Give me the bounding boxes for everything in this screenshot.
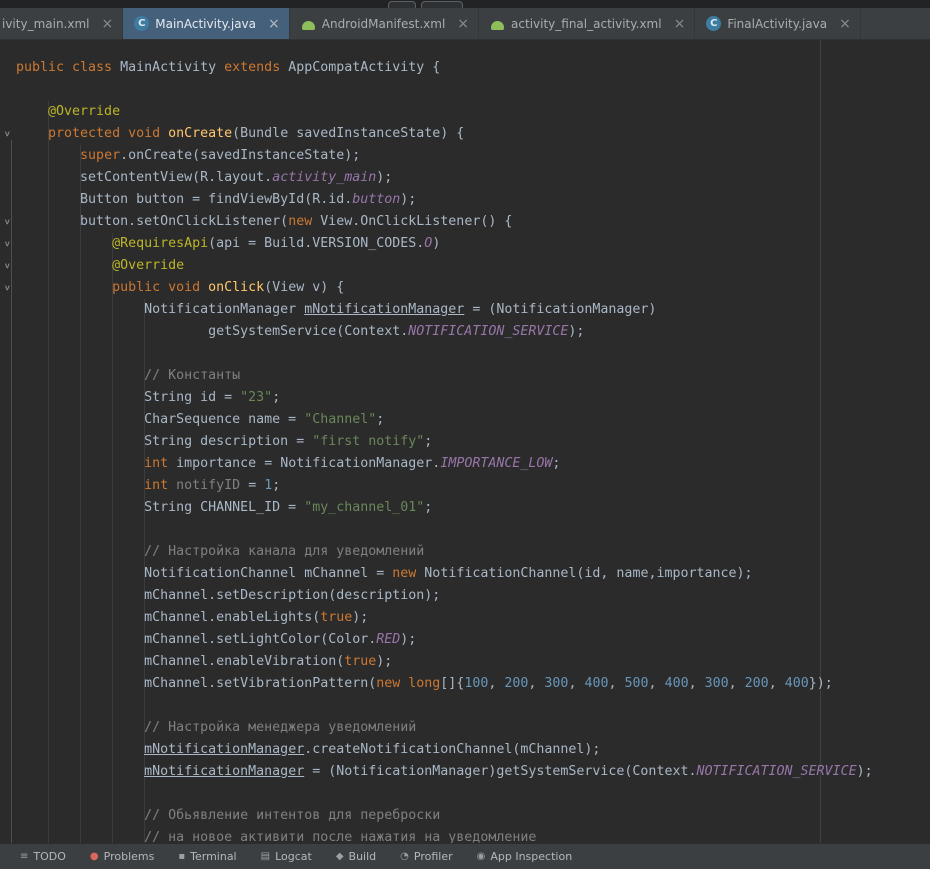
statusbar-item-terminal[interactable]: ▪ Terminal xyxy=(178,850,236,863)
close-icon[interactable]: × xyxy=(674,17,686,31)
android-icon xyxy=(490,16,505,31)
tab-bar: ivity_main.xml×CMainActivity.java×Androi… xyxy=(0,8,930,40)
code-line: mNotificationManager.createNotificationC… xyxy=(16,739,873,761)
code-line xyxy=(16,783,873,805)
code-line: getSystemService(Context.NOTIFICATION_SE… xyxy=(16,321,873,343)
code-line: mChannel.setLightColor(Color.RED); xyxy=(16,629,873,651)
todo-icon: ≡ xyxy=(20,852,28,862)
editor-tab[interactable]: ivity_main.xml × xyxy=(0,8,123,39)
fold-marker[interactable]: > xyxy=(1,237,12,251)
code-line: @RequiresApi(api = Build.VERSION_CODES.O… xyxy=(16,233,873,255)
java-class-icon: C xyxy=(134,16,149,31)
statusbar-item-label: Logcat xyxy=(275,850,312,863)
code-line: button.setOnClickListener(new View.OnCli… xyxy=(16,211,873,233)
code-line: @Override xyxy=(16,255,873,277)
statusbar-item-problems[interactable]: ● Problems xyxy=(90,850,154,863)
statusbar-item-label: Terminal xyxy=(190,850,237,863)
code-line: public void onClick(View v) { xyxy=(16,277,873,299)
code-line: mNotificationManager = (NotificationMana… xyxy=(16,761,873,783)
terminal-icon: ▪ xyxy=(178,852,185,862)
code-line: // Настройка менеджера уведомлений xyxy=(16,717,873,739)
statusbar-item-label: TODO xyxy=(33,850,66,863)
close-icon[interactable]: × xyxy=(102,17,114,31)
code-line: NotificationChannel mChannel = new Notif… xyxy=(16,563,873,585)
toolbar-widget[interactable] xyxy=(421,1,463,8)
close-icon[interactable]: × xyxy=(839,17,851,31)
editor-tab[interactable]: AndroidManifest.xml × xyxy=(290,8,479,39)
statusbar-item-label: Problems xyxy=(104,850,155,863)
fold-marker[interactable]: > xyxy=(1,215,12,229)
toolbar-widget[interactable] xyxy=(388,1,416,8)
code-line: public class MainActivity extends AppCom… xyxy=(16,57,873,79)
fold-marker[interactable]: > xyxy=(1,127,12,141)
code-line xyxy=(16,79,873,101)
code-line: String id = "23"; xyxy=(16,387,873,409)
statusbar-item-build[interactable]: ◆ Build xyxy=(336,850,376,863)
android-icon xyxy=(301,16,316,31)
close-icon[interactable]: × xyxy=(268,17,280,31)
tab-label: activity_final_activity.xml xyxy=(511,17,662,31)
top-toolbar-strip xyxy=(0,0,930,8)
statusbar-item-label: Profiler xyxy=(414,850,453,863)
code-line: protected void onCreate(Bundle savedInst… xyxy=(16,123,873,145)
code-line: setContentView(R.layout.activity_main); xyxy=(16,167,873,189)
tool-window-bar: ≡ TODO ● Problems ▪ Terminal ▤ Logcat ◆ Build ◔ Pro… xyxy=(0,843,930,869)
fold-marker[interactable]: > xyxy=(1,281,12,295)
code-line: Button button = findViewById(R.id.button… xyxy=(16,189,873,211)
code-line: mChannel.setVibrationPattern(new long[]{… xyxy=(16,673,873,695)
code-line: @Override xyxy=(16,101,873,123)
build-icon: ◆ xyxy=(336,852,344,862)
statusbar-item-logcat[interactable]: ▤ Logcat xyxy=(261,850,312,863)
editor[interactable]: public class MainActivity extends AppCom… xyxy=(0,40,930,843)
code-line: // Обьявление интентов для переброски xyxy=(16,805,873,827)
problems-icon: ● xyxy=(90,852,99,862)
code-line: // Константы xyxy=(16,365,873,387)
code-line xyxy=(16,695,873,717)
code-line: int importance = NotificationManager.IMP… xyxy=(16,453,873,475)
code-line: CharSequence name = "Channel"; xyxy=(16,409,873,431)
fold-marker[interactable]: > xyxy=(1,259,12,273)
code-line: // на новое активити после нажатия на ув… xyxy=(16,827,873,843)
java-class-icon: C xyxy=(706,16,721,31)
close-icon[interactable]: × xyxy=(457,17,469,31)
code-line: mChannel.enableVibration(true); xyxy=(16,651,873,673)
tab-label: AndroidManifest.xml xyxy=(322,17,446,31)
tab-label: MainActivity.java xyxy=(155,17,256,31)
app-inspection-icon: ◉ xyxy=(477,852,486,862)
editor-tab[interactable]: activity_final_activity.xml × xyxy=(479,8,695,39)
code-line: // Настройка канала для уведомлений xyxy=(16,541,873,563)
editor-tab[interactable]: C FinalActivity.java × xyxy=(695,8,861,39)
tab-label: FinalActivity.java xyxy=(727,17,827,31)
logcat-icon: ▤ xyxy=(261,852,270,862)
code-area[interactable]: public class MainActivity extends AppCom… xyxy=(16,57,873,843)
code-line: mChannel.enableLights(true); xyxy=(16,607,873,629)
code-line: super.onCreate(savedInstanceState); xyxy=(16,145,873,167)
editor-tab[interactable]: C MainActivity.java × xyxy=(123,8,290,39)
code-line: int notifyID = 1; xyxy=(16,475,873,497)
code-line: String description = "first notify"; xyxy=(16,431,873,453)
statusbar-item-label: Build xyxy=(349,850,377,863)
code-line xyxy=(16,343,873,365)
profiler-icon: ◔ xyxy=(400,852,409,862)
statusbar-item-profiler[interactable]: ◔ Profiler xyxy=(400,850,452,863)
code-line xyxy=(16,519,873,541)
tab-label: ivity_main.xml xyxy=(2,17,90,31)
code-line: mChannel.setDescription(description); xyxy=(16,585,873,607)
statusbar-item-label: App Inspection xyxy=(490,850,572,863)
statusbar-item-todo[interactable]: ≡ TODO xyxy=(20,850,66,863)
code-line: NotificationManager mNotificationManager… xyxy=(16,299,873,321)
code-line: String CHANNEL_ID = "my_channel_01"; xyxy=(16,497,873,519)
statusbar-item-app-inspection[interactable]: ◉ App Inspection xyxy=(477,850,573,863)
